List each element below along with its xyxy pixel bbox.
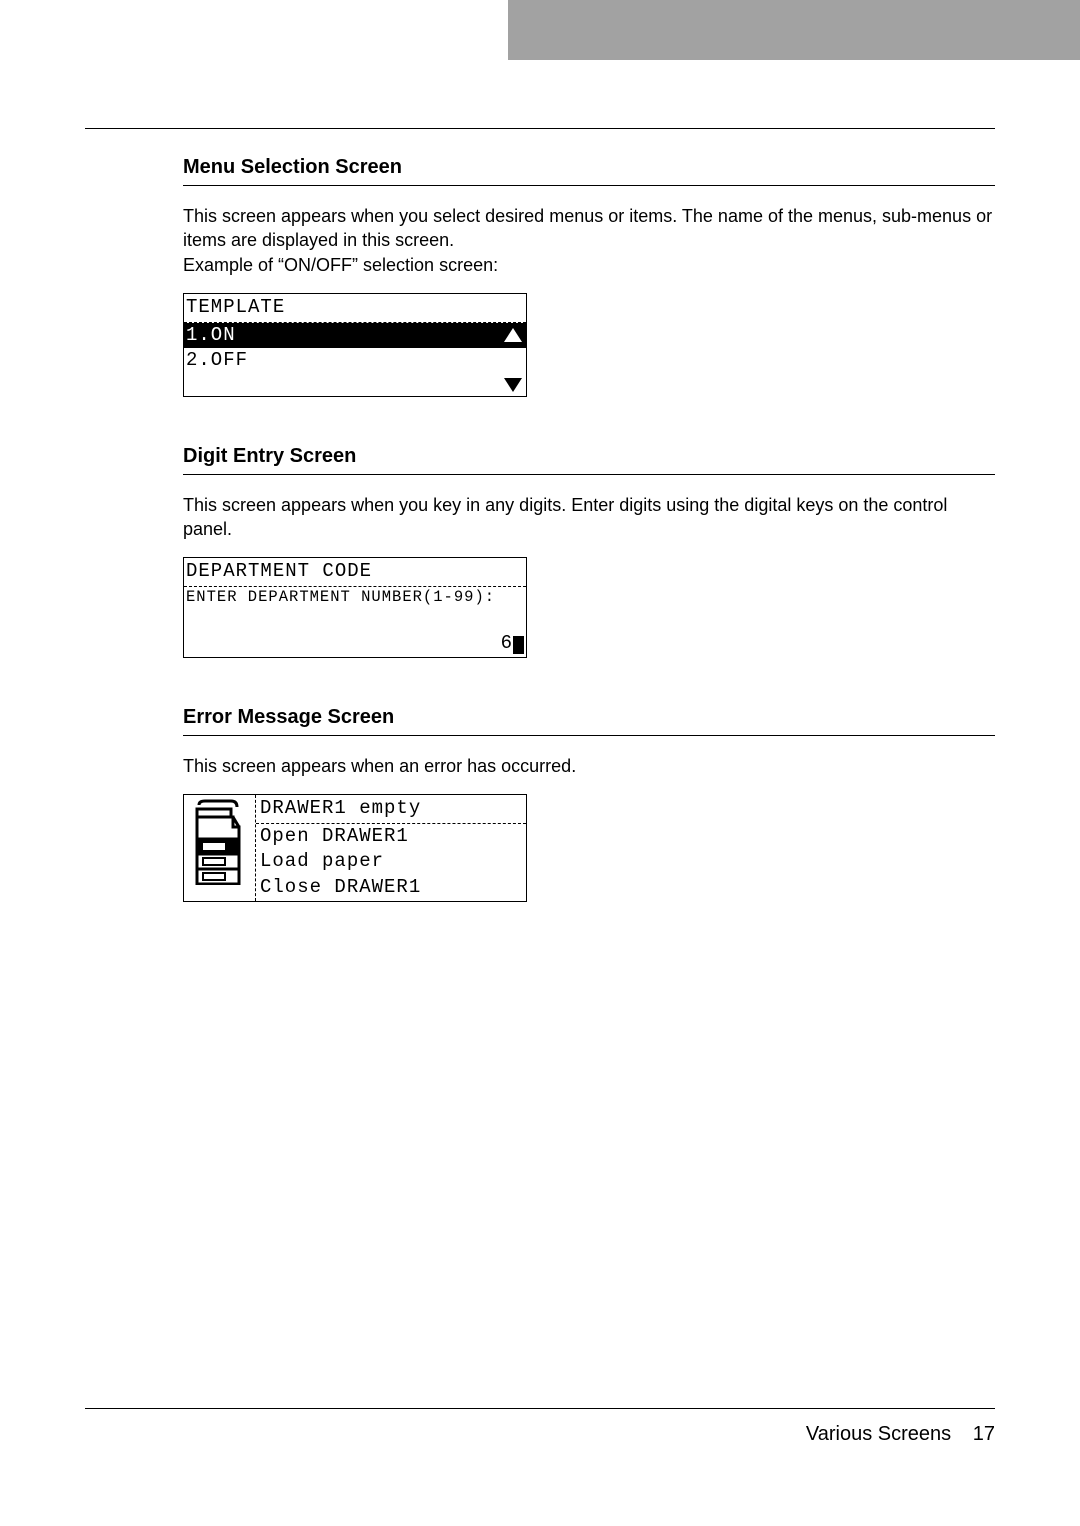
footer-page-number: 17 bbox=[973, 1423, 995, 1445]
lcd-error: DRAWER1 empty Open DRAWER1 Load paper Cl… bbox=[183, 794, 527, 902]
section-body-digit: This screen appears when you key in any … bbox=[183, 493, 995, 658]
menu-body-text-1: This screen appears when you select desi… bbox=[183, 204, 995, 253]
section-body-menu: This screen appears when you select desi… bbox=[183, 204, 995, 397]
lcd-digit-prompt: ENTER DEPARTMENT NUMBER(1-99): bbox=[184, 587, 526, 609]
section-title-digit: Digit Entry Screen bbox=[183, 445, 995, 475]
top-bar bbox=[0, 0, 1080, 60]
section-digit-entry: Digit Entry Screen This screen appears w… bbox=[85, 445, 995, 658]
section-error-message: Error Message Screen This screen appears… bbox=[85, 706, 995, 902]
section-title-error: Error Message Screen bbox=[183, 706, 995, 736]
arrow-down-icon bbox=[504, 378, 522, 392]
page-content: Menu Selection Screen This screen appear… bbox=[85, 128, 995, 902]
lcd-error-line3: Close DRAWER1 bbox=[256, 875, 526, 901]
section-body-error: This screen appears when an error has oc… bbox=[183, 754, 995, 902]
page-footer: Various Screens 17 bbox=[85, 1408, 995, 1446]
lcd-menu-row-off: 2.OFF bbox=[184, 348, 526, 374]
lcd-menu-header: TEMPLATE bbox=[184, 294, 526, 323]
printer-drawers-icon bbox=[189, 799, 251, 885]
cursor-icon bbox=[513, 636, 524, 654]
lcd-menu-row1-text: 1.ON bbox=[186, 324, 236, 346]
arrow-up-icon bbox=[504, 328, 522, 342]
lcd-error-header: DRAWER1 empty bbox=[256, 795, 526, 824]
lcd-error-line1: Open DRAWER1 bbox=[256, 824, 526, 850]
lcd-menu-row-blank bbox=[184, 374, 526, 396]
lcd-menu-selection: TEMPLATE 1.ON 2.OFF bbox=[183, 293, 527, 397]
footer-label: Various Screens bbox=[806, 1423, 951, 1445]
lcd-digit-header: DEPARTMENT CODE bbox=[184, 558, 526, 587]
lcd-menu-row2-text: 2.OFF bbox=[186, 349, 248, 371]
lcd-menu-row-on: 1.ON bbox=[184, 323, 526, 349]
menu-body-text-2: Example of “ON/OFF” selection screen: bbox=[183, 253, 995, 277]
error-text-column: DRAWER1 empty Open DRAWER1 Load paper Cl… bbox=[256, 795, 526, 901]
lcd-digit-blank bbox=[184, 609, 526, 631]
lcd-digit-value: 6 bbox=[501, 632, 513, 654]
section-menu-selection: Menu Selection Screen This screen appear… bbox=[85, 156, 995, 397]
header-gray-band bbox=[508, 0, 1080, 60]
section-title-menu: Menu Selection Screen bbox=[183, 156, 995, 186]
digit-body-text: This screen appears when you key in any … bbox=[183, 493, 995, 542]
printer-icon-column bbox=[184, 795, 256, 901]
lcd-digit-entry: DEPARTMENT CODE ENTER DEPARTMENT NUMBER(… bbox=[183, 557, 527, 657]
lcd-error-line2: Load paper bbox=[256, 849, 526, 875]
error-body-text: This screen appears when an error has oc… bbox=[183, 754, 995, 778]
lcd-digit-value-row: 6 bbox=[184, 631, 526, 657]
